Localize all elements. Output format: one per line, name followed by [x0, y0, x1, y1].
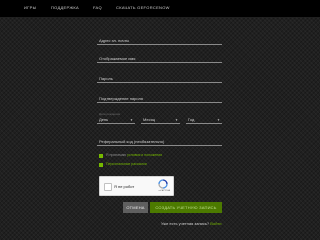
newsletter-checkbox[interactable]: [99, 163, 103, 167]
chevron-down-icon: ▼: [217, 118, 220, 122]
recaptcha-label: Я не робот: [114, 184, 135, 189]
signin-link[interactable]: Войти: [210, 221, 221, 226]
create-account-button[interactable]: СОЗДАТЬ УЧЕТНУЮ ЗАПИСЬ: [150, 202, 222, 213]
email-field[interactable]: [97, 44, 222, 45]
email-label: Адрес эл. почты: [99, 38, 130, 43]
chevron-down-icon: ▼: [175, 118, 178, 122]
recaptcha-icon: [158, 179, 168, 189]
confirm-password-label: Подтверждение пароля: [99, 96, 143, 101]
year-select-underline: [186, 123, 222, 124]
day-select-underline: [97, 123, 135, 124]
display-name-label: Отображаемое имя: [99, 56, 136, 61]
recaptcha-widget: Я не робот reCAPTCHA: [99, 176, 174, 196]
password-label: Пароль: [99, 76, 113, 81]
signin-prompt-text: Уже есть учетная запись?: [161, 221, 210, 226]
birthdate-hint: Дата рождения: [99, 112, 121, 116]
terms-link[interactable]: условия и положения: [127, 153, 162, 157]
cancel-button[interactable]: ОТМЕНА: [123, 202, 148, 213]
nav-item-faq[interactable]: FAQ: [93, 5, 102, 11]
recaptcha-brand: reCAPTCHA: [158, 190, 170, 192]
referral-field[interactable]: [97, 145, 222, 146]
newsletter-text: Персональные рассылки: [106, 162, 147, 167]
year-select-label: Год: [188, 117, 195, 122]
chevron-down-icon: ▼: [130, 118, 133, 122]
day-select-label: День: [99, 117, 109, 122]
confirm-password-field[interactable]: [97, 102, 222, 103]
newsletter-link[interactable]: Персональные рассылки: [106, 162, 147, 166]
month-select-underline: [141, 123, 180, 124]
nav-item-download[interactable]: СКАЧАТЬ GEFORCENOW: [116, 5, 170, 11]
nav-item-games[interactable]: ИГРЫ: [24, 5, 36, 11]
terms-checkbox[interactable]: [99, 154, 103, 158]
terms-text: Я принимаю условия и положения: [106, 153, 162, 158]
signin-prompt: Уже есть учетная запись? Войти: [161, 221, 222, 226]
terms-prefix: Я принимаю: [106, 153, 128, 157]
top-nav: ИГРЫ ПОДДЕРЖКА FAQ СКАЧАТЬ GEFORCENOW: [0, 0, 320, 17]
month-select-label: Месяц: [143, 117, 156, 122]
recaptcha-checkbox[interactable]: [104, 183, 112, 191]
display-name-field[interactable]: [97, 62, 222, 63]
password-field[interactable]: [97, 82, 222, 83]
referral-label: Реферальный код (необязательно): [99, 139, 165, 144]
nav-item-support[interactable]: ПОДДЕРЖКА: [51, 5, 79, 11]
